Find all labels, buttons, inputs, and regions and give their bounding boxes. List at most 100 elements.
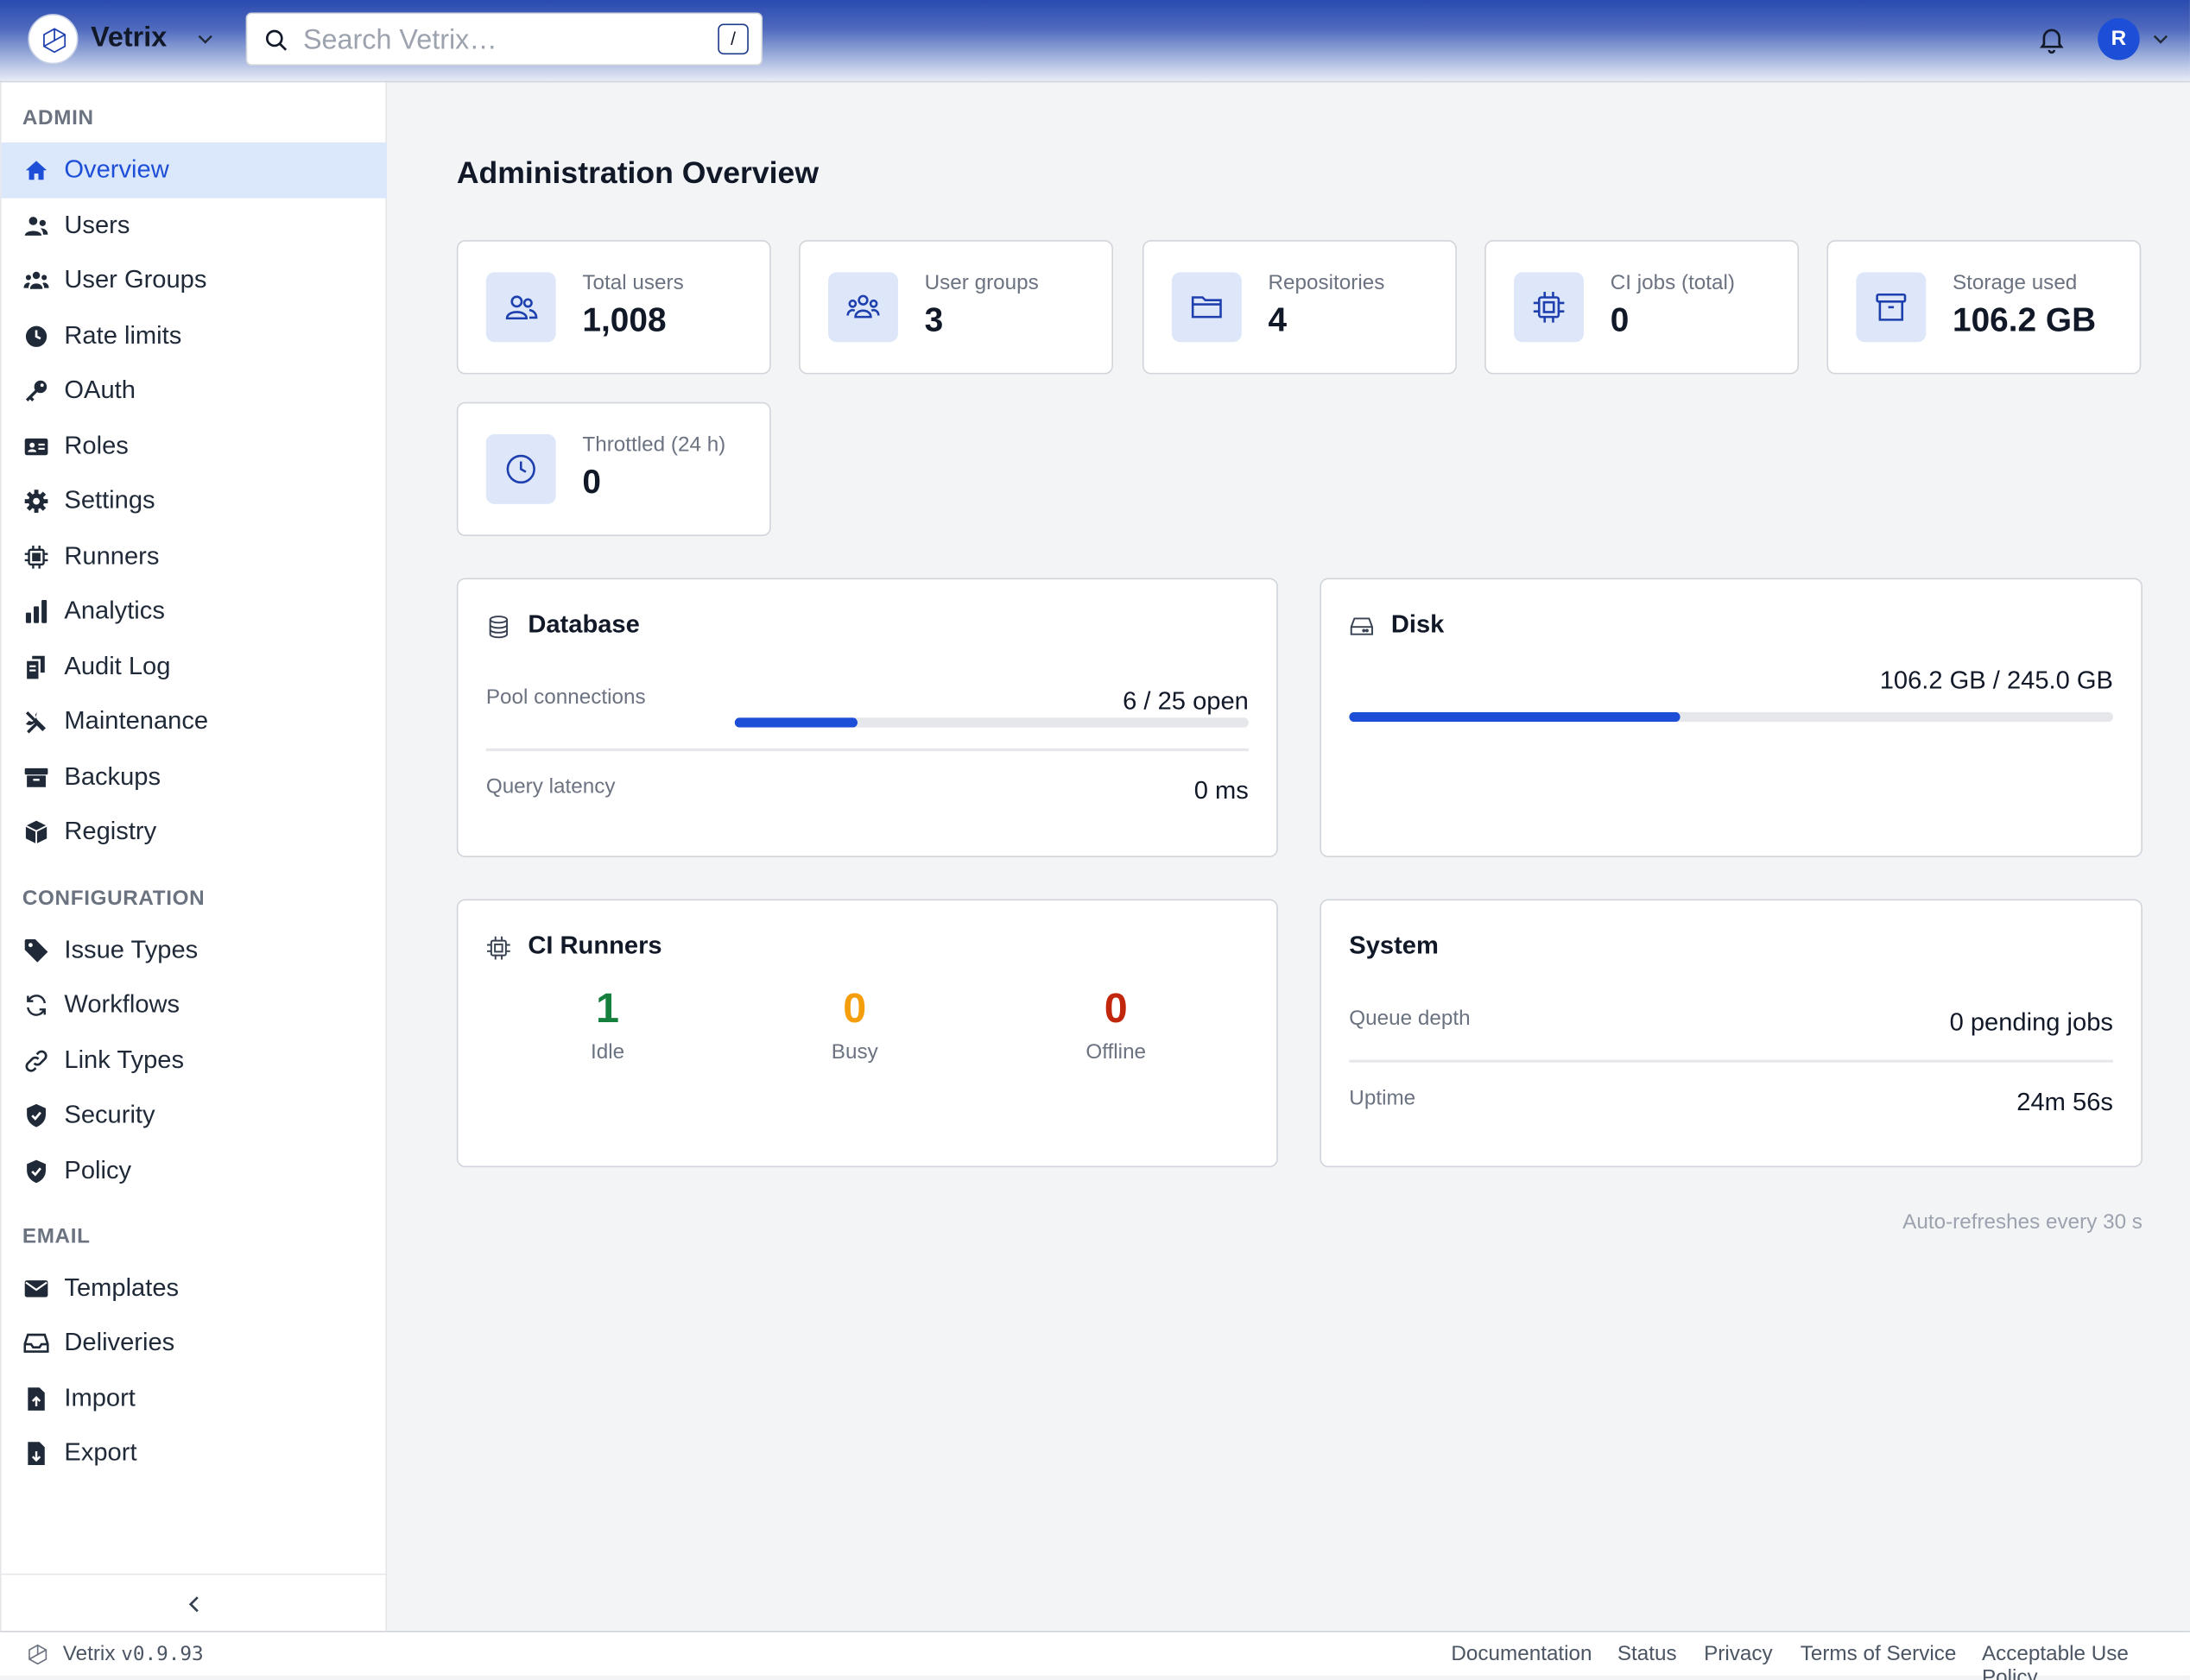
stat-icon-box: [485, 433, 556, 504]
brand-name[interactable]: Vetrix: [91, 22, 167, 54]
stat-label: Storage used: [1952, 270, 2078, 295]
sidebar-item-templates[interactable]: Templates: [2, 1260, 387, 1317]
stat-card-total-users: Total users 1,008: [456, 240, 771, 375]
cube-logo-icon: [27, 1644, 49, 1666]
footer-brand-name: Vetrix: [62, 1641, 116, 1666]
stat-label: CI jobs (total): [1610, 270, 1736, 295]
stat-icon-box: [485, 272, 556, 343]
sidebar-item-label: Roles: [64, 431, 129, 460]
panel-title: System: [1349, 931, 1439, 960]
sidebar-item-label: Maintenance: [64, 706, 209, 735]
queue-depth-value: 0 pending jobs: [1949, 1007, 2113, 1037]
sidebar-item-rate-limits[interactable]: Rate limits: [2, 308, 387, 364]
section-title-configuration: CONFIGURATION: [22, 886, 206, 911]
disk-panel: Disk 106.2 GB / 245.0 GB: [1320, 578, 2143, 858]
id-card-icon: [23, 434, 48, 459]
sidebar-item-label: OAuth: [64, 376, 136, 404]
runner-count: 0: [843, 985, 867, 1033]
tools-icon: [23, 710, 48, 735]
sidebar-item-users[interactable]: Users: [2, 199, 387, 255]
stat-value: 4: [1268, 301, 1288, 340]
sidebar-item-issue-types[interactable]: Issue Types: [2, 923, 387, 979]
sidebar-item-label: User Groups: [64, 265, 207, 294]
hard-drive-icon: [1349, 615, 1374, 640]
sidebar-item-overview[interactable]: Overview: [1, 142, 387, 199]
footer-version: v0.9.93: [121, 1643, 204, 1666]
sidebar-item-policy[interactable]: Policy: [2, 1144, 387, 1200]
ci-runners-panel: CI Runners 1 Idle 0 Busy 0 Offline: [456, 899, 1278, 1168]
gear-icon: [23, 489, 48, 514]
search-box: /: [245, 12, 763, 66]
stat-label: Throttled (24 h): [582, 433, 726, 457]
stat-card-throttled: Throttled (24 h) 0: [456, 401, 771, 537]
footer-link-terms[interactable]: Terms of Service: [1801, 1642, 1957, 1665]
sidebar-item-workflows[interactable]: Workflows: [2, 977, 387, 1033]
sidebar-item-maintenance[interactable]: Maintenance: [2, 694, 387, 750]
sidebar-item-label: Users: [64, 211, 130, 239]
query-latency-value: 0 ms: [1193, 776, 1249, 805]
auto-refresh-note: Auto-refreshes every 30 s: [1902, 1210, 2143, 1235]
runner-stat-idle: 1 Idle: [523, 984, 691, 1064]
section-title-admin: ADMIN: [22, 105, 94, 130]
footer-link-acceptable-use[interactable]: Acceptable Use Policy: [1982, 1642, 2190, 1680]
sidebar-item-link-types[interactable]: Link Types: [2, 1033, 387, 1089]
sidebar-item-label: Runners: [64, 541, 160, 570]
pool-connections-bar-fill: [734, 717, 858, 728]
sidebar-item-label: Workflows: [64, 989, 180, 1019]
database-icon: [486, 615, 511, 640]
avatar[interactable]: R: [2098, 18, 2140, 60]
sidebar-divider: [1, 1573, 387, 1576]
stat-card-ci-jobs: CI jobs (total) 0: [1484, 240, 1800, 375]
sidebar-item-user-groups[interactable]: User Groups: [2, 253, 387, 309]
link-icon: [23, 1049, 48, 1074]
footer-link-documentation[interactable]: Documentation: [1451, 1642, 1592, 1665]
chevron-down-icon[interactable]: [193, 27, 218, 52]
stat-value: 106.2 GB: [1952, 301, 2097, 340]
sidebar-item-audit-log[interactable]: Audit Log: [2, 640, 387, 696]
footer-link-status[interactable]: Status: [1617, 1642, 1677, 1665]
disk-usage-bar: [1349, 711, 2113, 723]
section-title-email: EMAIL: [22, 1224, 91, 1248]
row-divider: [1349, 1059, 2113, 1063]
runner-count: 0: [1104, 985, 1128, 1033]
sidebar-item-deliveries[interactable]: Deliveries: [2, 1315, 387, 1371]
folder-icon: [1190, 290, 1224, 324]
sidebar-item-label: Security: [64, 1100, 155, 1128]
pool-connections-label: Pool connections: [485, 685, 646, 710]
runner-label: Busy: [831, 1039, 878, 1064]
sidebar-item-label: Settings: [64, 485, 155, 515]
runner-count: 1: [596, 985, 620, 1033]
stat-value: 0: [1610, 301, 1630, 340]
sidebar-item-import[interactable]: Import: [2, 1371, 387, 1427]
collapse-sidebar-icon[interactable]: [180, 1590, 208, 1618]
sidebar-item-settings[interactable]: Settings: [2, 473, 387, 529]
footer-link-privacy[interactable]: Privacy: [1704, 1642, 1773, 1665]
stat-card-repositories: Repositories 4: [1142, 240, 1457, 375]
archive-icon: [23, 765, 48, 790]
runner-label: Idle: [590, 1039, 625, 1064]
inbox-icon: [23, 1330, 49, 1355]
logo[interactable]: [28, 14, 79, 65]
stat-label: Total users: [582, 270, 684, 295]
sidebar-item-security[interactable]: Security: [2, 1088, 387, 1144]
sidebar-item-label: Rate limits: [64, 320, 182, 350]
sidebar-item-label: Deliveries: [64, 1328, 175, 1356]
bell-icon[interactable]: [2036, 23, 2067, 54]
uptime-label: Uptime: [1349, 1086, 1416, 1110]
search-input[interactable]: [302, 21, 708, 60]
sidebar-item-backups[interactable]: Backups: [2, 749, 387, 805]
sidebar-item-roles[interactable]: Roles: [2, 419, 387, 475]
chip-icon: [23, 545, 48, 570]
stat-value: 1,008: [582, 301, 667, 340]
sidebar-item-analytics[interactable]: Analytics: [2, 584, 387, 640]
sidebar-item-registry[interactable]: Registry: [2, 805, 387, 861]
search-icon: [264, 28, 289, 53]
user-group-outline-icon: [846, 290, 880, 324]
page-title: Administration Overview: [456, 155, 820, 190]
sidebar-item-oauth[interactable]: OAuth: [2, 363, 387, 419]
users-outline-icon: [504, 290, 538, 324]
chevron-down-icon[interactable]: [2148, 27, 2173, 52]
sidebar-item-runners[interactable]: Runners: [2, 529, 387, 585]
row-divider: [485, 748, 1249, 752]
sidebar-item-export[interactable]: Export: [2, 1425, 387, 1481]
